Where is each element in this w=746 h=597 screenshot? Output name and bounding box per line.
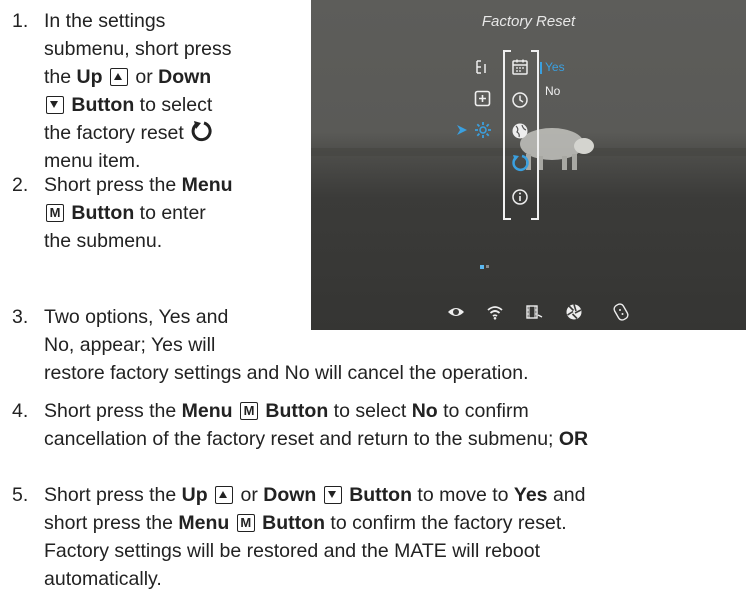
remote-icon (613, 303, 629, 321)
option-no[interactable]: No (545, 84, 560, 98)
step-text: In the settings (44, 10, 166, 32)
menu-frame-tick (503, 50, 511, 52)
step-number: 4. (12, 400, 29, 422)
menu-frame-left (503, 50, 505, 220)
menu-frame-tick (531, 50, 539, 52)
step-text: Short press the Menu (44, 174, 233, 196)
step-text: Button to select (44, 92, 212, 118)
page-dot (486, 265, 489, 268)
down-key-icon (46, 96, 64, 114)
yes-indicator (540, 62, 542, 74)
option-yes[interactable]: Yes (545, 60, 565, 74)
down-label: Down (158, 66, 212, 88)
step-text: cancellation of the factory reset and re… (44, 428, 589, 450)
aperture-icon (566, 304, 582, 320)
step-text: M Button to enter (44, 200, 206, 226)
eye-icon (448, 308, 464, 316)
clock-icon (512, 92, 528, 108)
menu-frame-right (537, 50, 539, 220)
menu-key-icon: M (46, 204, 64, 222)
step-4: 4. Short press the Menu M Button to sele… (12, 398, 742, 458)
step-number: 2. (12, 174, 29, 196)
step-text: Short press the Up or Down Button to mov… (44, 484, 586, 506)
step-text: short press the Menu M Button to confirm… (44, 512, 567, 534)
factory-reset-icon (191, 121, 212, 142)
up-key-icon (215, 486, 234, 504)
step-text: the factory reset (44, 120, 215, 146)
ruler-icon (476, 60, 486, 74)
step-text: the Up or Down (44, 66, 212, 88)
up-key-icon (109, 68, 128, 86)
step-text: Factory settings will be restored and th… (44, 540, 541, 562)
menu-key-icon: M (240, 402, 258, 420)
step-text: restore factory settings and No will can… (44, 362, 529, 384)
step-text: the submenu. (44, 230, 163, 252)
step-text: menu item. (44, 150, 141, 172)
info-icon (512, 189, 528, 205)
step-number: 1. (12, 10, 29, 32)
step-2: 2. Short press the Menu M Button to ente… (12, 172, 307, 258)
selection-arrow-icon (457, 125, 467, 135)
menu-frame-tick (531, 218, 539, 220)
step-text: Two options, Yes and (44, 306, 229, 328)
step-text: Short press the Menu M Button to select … (44, 400, 529, 422)
plus-square-icon (474, 90, 491, 107)
step-text: automatically. (44, 568, 162, 590)
video-icon (526, 305, 543, 319)
gear-icon (475, 122, 491, 138)
calendar-icon (512, 59, 528, 75)
device-screen: Factory Reset Yes No (311, 0, 746, 330)
step-number: 5. (12, 484, 29, 506)
step-1: 1. In the settings submenu, short press … (12, 8, 307, 178)
step-text: No, appear; Yes will (44, 334, 216, 356)
step-5: 5. Short press the Up or Down Button to … (12, 482, 742, 594)
up-label: Up (76, 66, 103, 88)
step-number: 3. (12, 306, 29, 328)
screen-title: Factory Reset (481, 13, 576, 30)
menu-key-icon: M (236, 514, 255, 532)
wifi-icon (487, 306, 503, 320)
page-dot-active (480, 265, 484, 269)
step-text: submenu, short press (44, 38, 232, 60)
reset-icon (512, 154, 529, 172)
down-key-icon (323, 486, 342, 504)
menu-frame-tick (503, 218, 511, 220)
globe-icon (512, 123, 528, 139)
